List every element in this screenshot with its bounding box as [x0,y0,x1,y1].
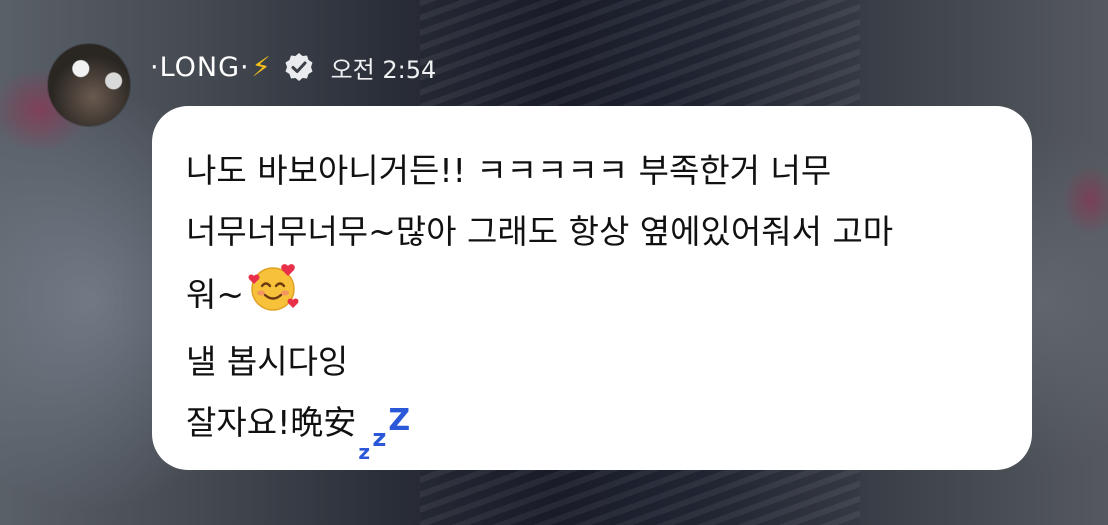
message-text: 워~ [186,275,245,314]
message-line: 너무너무너무~많아 그래도 항상 옆에있어줘서 고마 [186,212,894,251]
verified-badge-icon [283,51,315,83]
message-line: 워~ [186,262,1002,331]
username[interactable]: ·LONG· [150,52,250,83]
message-line: 잘자요!晩安 z z Z [186,392,1002,464]
message-line: 나도 바보아니거든!! ㅋㅋㅋㅋㅋ 부족한거 너무 [186,151,832,190]
zzz-icon: zzZ [358,403,411,464]
smiling-face-with-hearts-icon [248,262,302,331]
message-line: 낼 봅시다잉 [186,342,349,381]
timestamp: 오전 2:54 [330,55,437,84]
message-header: ·LONG· ⚡ 오전 2:54 [150,47,436,87]
bolt-icon: ⚡ [251,51,271,83]
message-text: 잘자요!晩安 [186,403,357,442]
avatar[interactable] [48,44,130,126]
background-graffiti [1040,150,1108,270]
message-bubble[interactable]: 나도 바보아니거든!! ㅋㅋㅋㅋㅋ 부족한거 너무 너무너무너무~많아 그래도 … [152,106,1032,470]
